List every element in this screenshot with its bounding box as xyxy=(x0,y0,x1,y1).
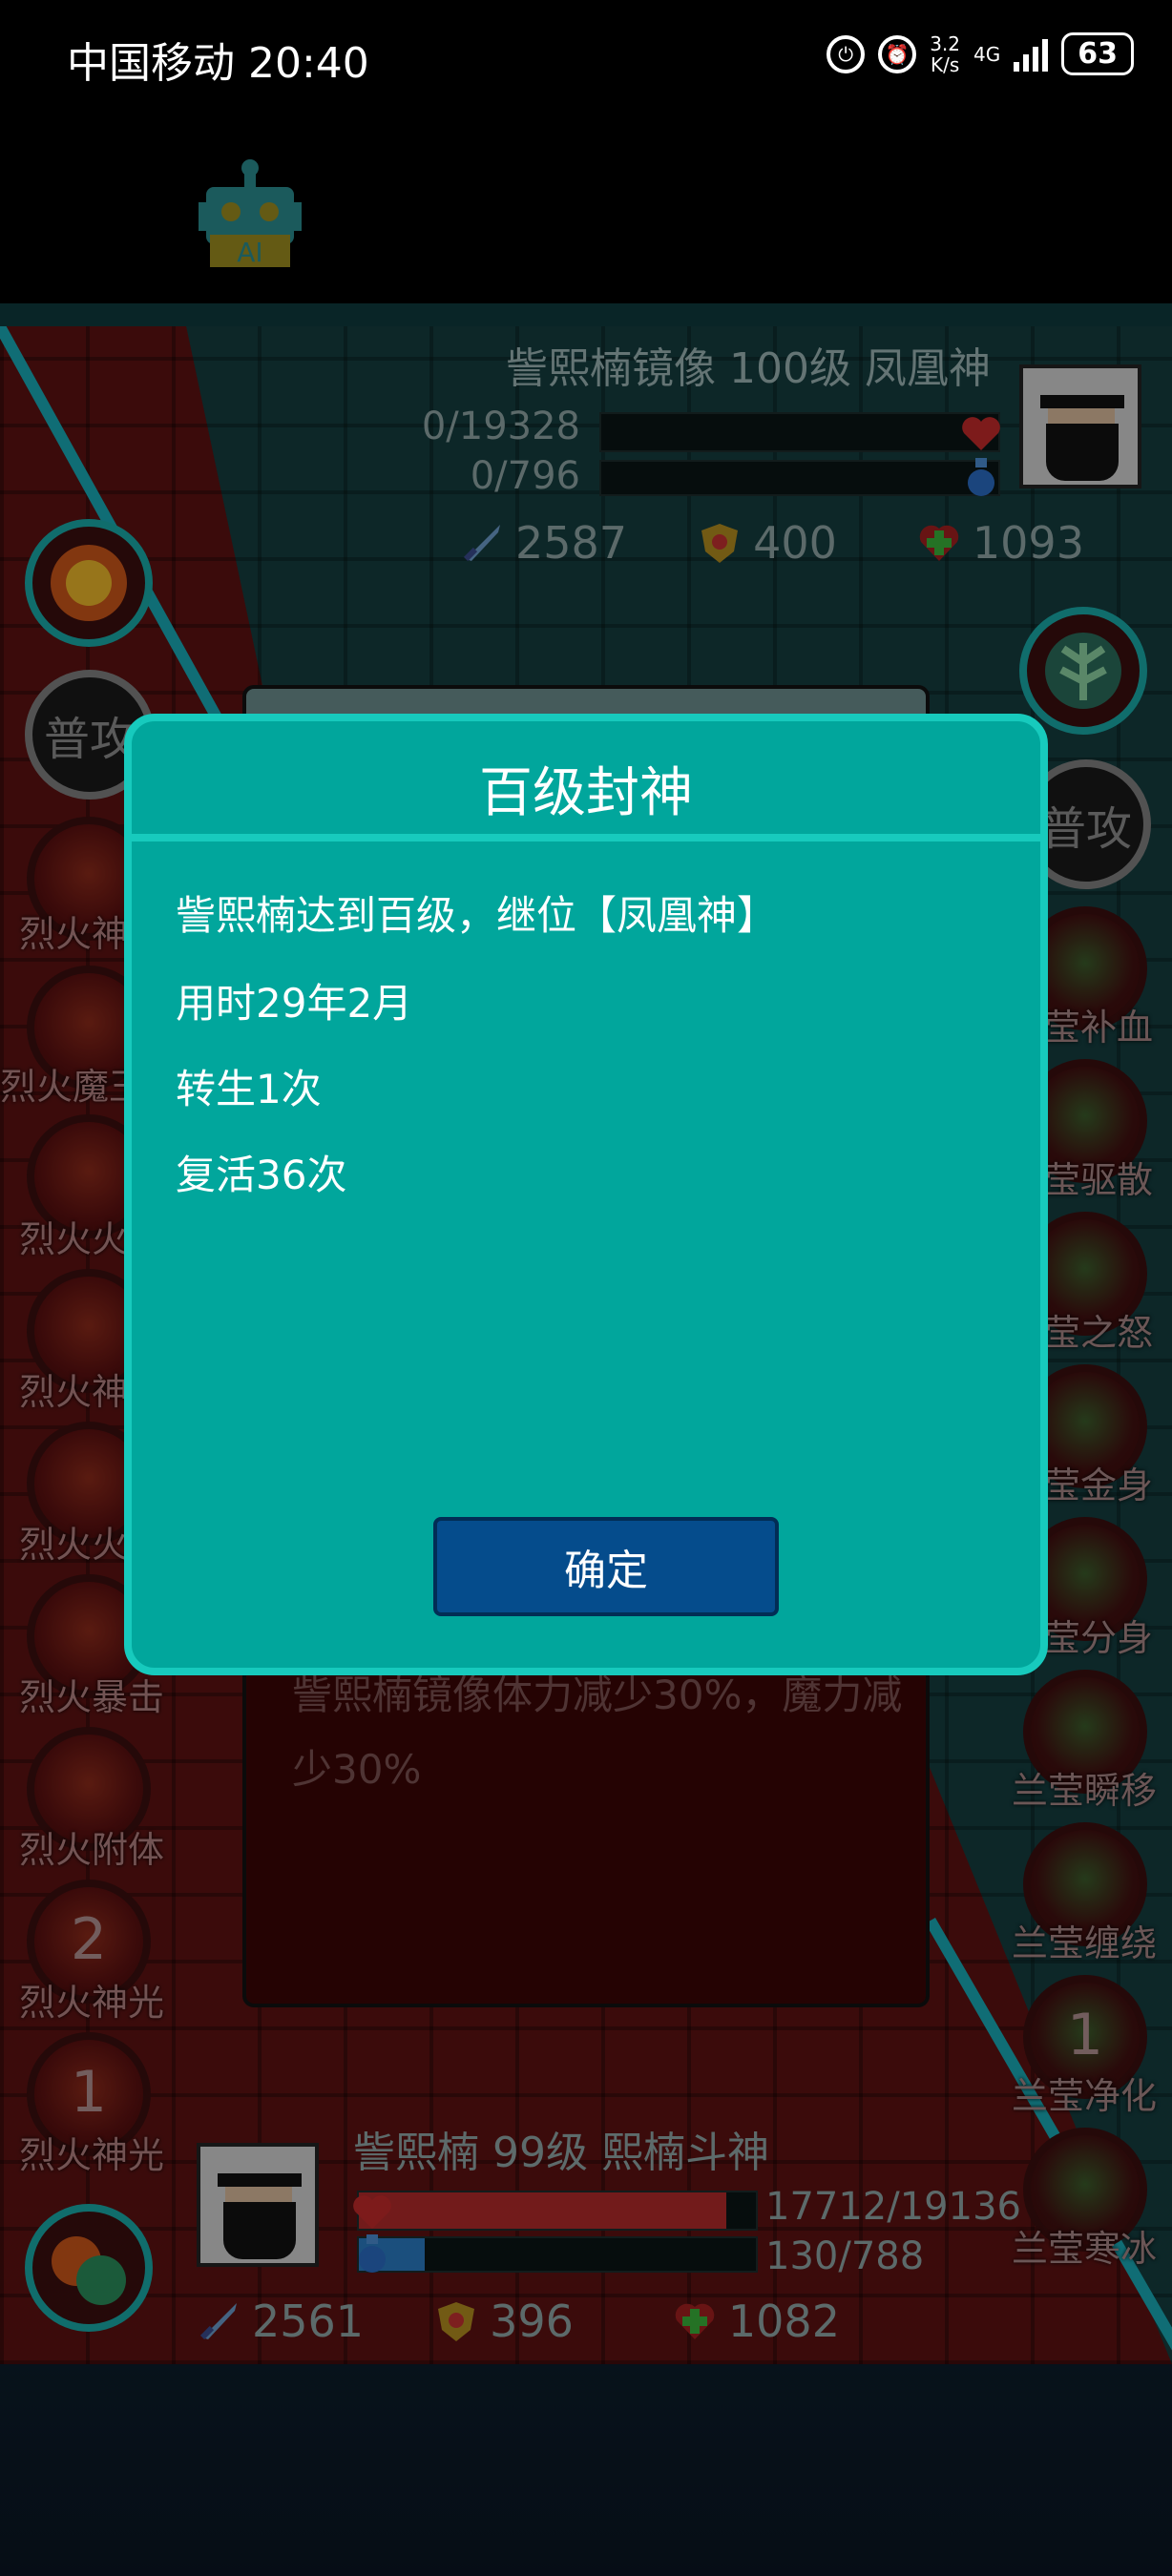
dialog-title: 百级封神 xyxy=(479,762,693,824)
dialog-line-2: 用时29年2月 xyxy=(176,980,413,1027)
dialog-line-3: 转生1次 xyxy=(176,1066,322,1112)
level-up-dialog: 百级封神 訾熙楠达到百级，继位【凤凰神】 用时29年2月 转生1次 复活36次 … xyxy=(124,714,1048,1675)
dialog-divider xyxy=(132,834,1040,841)
network-type: 4G xyxy=(973,42,1001,66)
hd-call-icon: ⏻ xyxy=(827,34,866,73)
dialog-line-1: 訾熙楠达到百级，继位【凤凰神】 xyxy=(176,892,778,939)
dialog-line-4: 复活36次 xyxy=(176,1152,347,1198)
status-icons: ⏻ ⏰ 3.2 K/s 4G 63 xyxy=(827,32,1134,75)
signal-icon xyxy=(1014,37,1049,72)
battery-indicator: 63 xyxy=(1061,32,1134,75)
network-speed: 3.2 K/s xyxy=(930,31,961,76)
confirm-button[interactable]: 确定 xyxy=(433,1517,779,1616)
status-bar: 中国移动 20:40 ⏻ ⏰ 3.2 K/s 4G 63 xyxy=(0,0,1172,114)
alarm-icon: ⏰ xyxy=(878,34,917,73)
carrier-time: 中国移动 20:40 xyxy=(67,39,369,88)
